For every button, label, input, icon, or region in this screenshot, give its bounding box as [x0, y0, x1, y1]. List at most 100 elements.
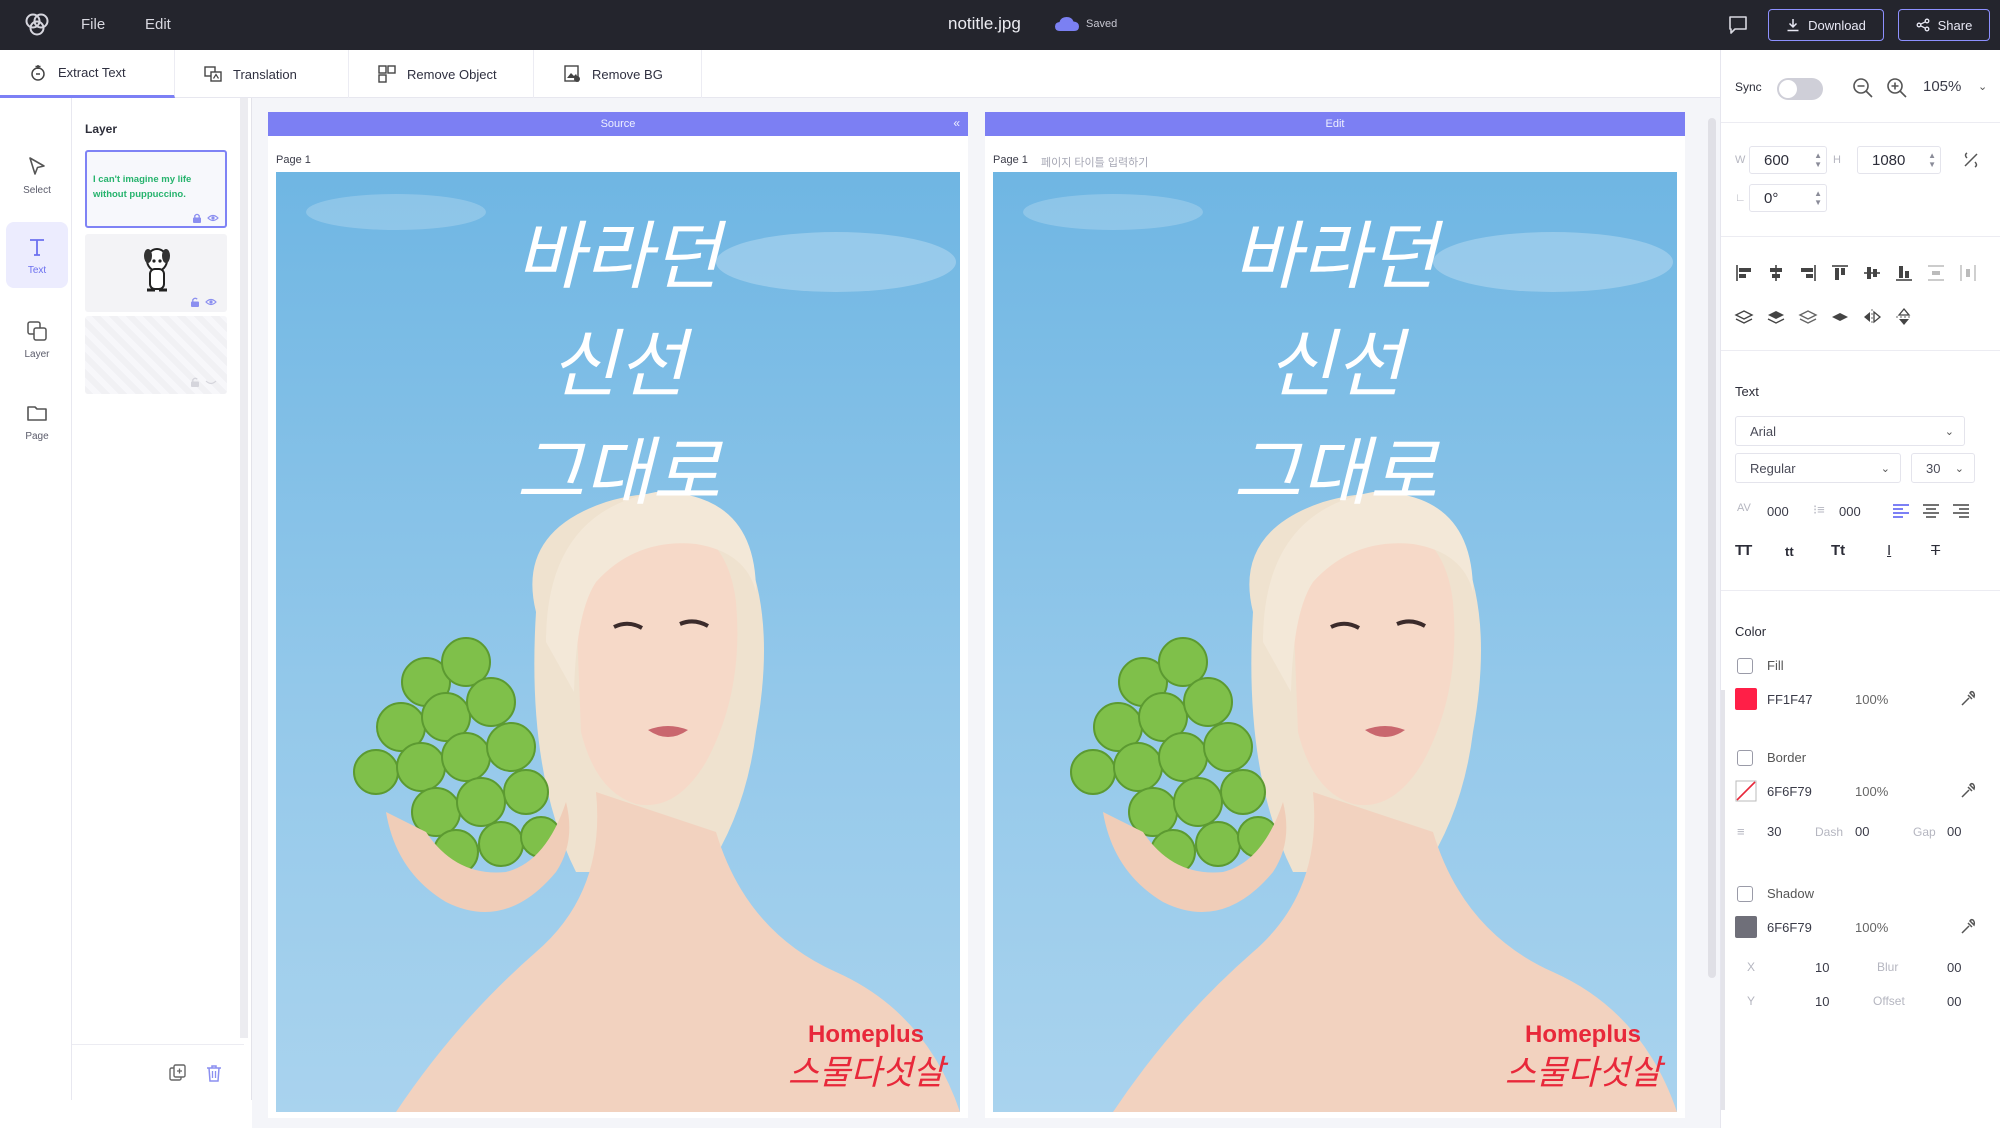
tab-remove-bg[interactable]: Remove BG: [534, 50, 702, 98]
layer-item-image[interactable]: [85, 234, 227, 312]
eyedropper-icon[interactable]: [1959, 782, 1977, 800]
download-button[interactable]: Download: [1768, 9, 1884, 41]
rail-page[interactable]: Page: [6, 388, 68, 454]
edit-poster[interactable]: 바라던 신선 그대로 Homeplus 스물다섯살: [993, 172, 1677, 1112]
rail-select[interactable]: Select: [6, 142, 68, 208]
shadow-color-swatch[interactable]: [1735, 916, 1757, 938]
tab-extract-text[interactable]: Extract Text: [0, 50, 175, 98]
align-top-icon[interactable]: [1829, 262, 1851, 284]
flip-horizontal-icon[interactable]: [1861, 306, 1883, 328]
line-height-value[interactable]: 000: [1839, 504, 1861, 519]
capitalize-icon[interactable]: Tt: [1831, 542, 1845, 559]
unlock-icon[interactable]: [189, 376, 201, 388]
align-left-icon[interactable]: [1733, 262, 1755, 284]
no-color-swatch-icon[interactable]: [1735, 780, 1757, 802]
trash-icon[interactable]: [204, 1063, 224, 1083]
width-stepper-icon[interactable]: ▲ ▼: [1814, 151, 1822, 169]
menu-file[interactable]: File: [81, 16, 105, 33]
shadow-x-value[interactable]: 10: [1815, 960, 1829, 975]
align-bottom-icon[interactable]: [1893, 262, 1915, 284]
align-middle-icon[interactable]: [1861, 262, 1883, 284]
share-button[interactable]: Share: [1898, 9, 1990, 41]
width-input[interactable]: 600 ▲ ▼: [1749, 146, 1827, 174]
shadow-hex[interactable]: 6F6F79: [1767, 920, 1812, 935]
fill-checkbox[interactable]: [1737, 658, 1753, 674]
send-to-back-icon[interactable]: [1829, 306, 1851, 328]
layer-item-background[interactable]: [85, 316, 227, 394]
bring-forward-icon[interactable]: [1733, 306, 1755, 328]
app-logo-icon[interactable]: [22, 10, 52, 40]
zoom-out-icon[interactable]: [1851, 76, 1875, 100]
align-right-icon[interactable]: [1797, 262, 1819, 284]
distribute-vertical-icon[interactable]: [1925, 262, 1947, 284]
letter-spacing-value[interactable]: 000: [1767, 504, 1789, 519]
uppercase-icon[interactable]: TT: [1735, 542, 1752, 559]
layer-scrollbar[interactable]: [240, 98, 248, 1038]
eye-off-icon[interactable]: [205, 376, 217, 388]
source-page-label: Page 1: [276, 154, 311, 166]
rail-text[interactable]: Text: [6, 222, 68, 288]
lock-icon[interactable]: [191, 212, 203, 224]
zoom-in-icon[interactable]: [1885, 76, 1909, 100]
unlock-icon[interactable]: [189, 296, 201, 308]
border-width-value[interactable]: 30: [1767, 824, 1781, 839]
height-input[interactable]: 1080 ▲ ▼: [1857, 146, 1941, 174]
dash-value[interactable]: 00: [1855, 824, 1869, 839]
eyedropper-icon[interactable]: [1959, 690, 1977, 708]
border-checkbox[interactable]: [1737, 750, 1753, 766]
eyedropper-icon[interactable]: [1959, 918, 1977, 936]
eye-icon[interactable]: [205, 296, 217, 308]
poster-brand-sub[interactable]: 스물다섯살: [1505, 1053, 1666, 1093]
properties-scrollbar[interactable]: [1721, 690, 1725, 1110]
font-family-select[interactable]: Arial ⌄: [1735, 416, 1965, 446]
zoom-dropdown-icon[interactable]: ⌄: [1978, 80, 1987, 93]
rotation-input[interactable]: 0° ▲ ▼: [1749, 184, 1827, 212]
rotation-stepper-icon[interactable]: ▲ ▼: [1814, 189, 1822, 207]
duplicate-icon[interactable]: [168, 1063, 188, 1083]
gap-value[interactable]: 00: [1947, 824, 1961, 839]
layer-item-text[interactable]: I can't imagine my life without puppucci…: [85, 150, 227, 228]
offset-value[interactable]: 00: [1947, 994, 1961, 1009]
fill-hex[interactable]: FF1F47: [1767, 692, 1813, 707]
poster-headline-line-3[interactable]: 그대로: [1233, 430, 1440, 516]
canvas-scrollbar[interactable]: [1708, 118, 1716, 978]
underline-icon[interactable]: I: [1887, 542, 1891, 559]
border-hex[interactable]: 6F6F79: [1767, 784, 1812, 799]
bring-to-front-icon[interactable]: [1765, 306, 1787, 328]
distribute-horizontal-icon[interactable]: [1957, 262, 1979, 284]
sync-toggle[interactable]: [1777, 78, 1823, 100]
poster-headline-line-1[interactable]: 바라던: [1233, 214, 1444, 300]
lowercase-icon[interactable]: tt: [1785, 544, 1794, 559]
source-poster[interactable]: 바라던 신선 그대로 Homeplus 스물다섯살: [276, 172, 960, 1112]
text-align-right-icon[interactable]: [1951, 501, 1971, 521]
zoom-level[interactable]: 105%: [1923, 78, 1961, 95]
rail-layer[interactable]: Layer: [6, 306, 68, 372]
height-stepper-icon[interactable]: ▲ ▼: [1928, 151, 1936, 169]
shadow-opacity[interactable]: 100%: [1855, 920, 1888, 935]
page-title-input[interactable]: 페이지 타이틀 입력하기: [1041, 154, 1148, 170]
eye-icon[interactable]: [207, 212, 219, 224]
text-align-center-icon[interactable]: [1921, 501, 1941, 521]
shadow-checkbox[interactable]: [1737, 886, 1753, 902]
strikethrough-icon[interactable]: T: [1931, 542, 1940, 559]
menu-edit[interactable]: Edit: [145, 16, 171, 33]
text-align-left-icon[interactable]: [1891, 501, 1911, 521]
document-title[interactable]: notitle.jpg: [948, 14, 1021, 34]
poster-brand[interactable]: Homeplus: [1525, 1021, 1641, 1048]
aspect-lock-icon[interactable]: [1959, 148, 1983, 172]
blur-value[interactable]: 00: [1947, 960, 1961, 975]
tab-translation[interactable]: Translation: [175, 50, 349, 98]
fill-opacity[interactable]: 100%: [1855, 692, 1888, 707]
align-center-h-icon[interactable]: [1765, 262, 1787, 284]
fill-color-swatch[interactable]: [1735, 688, 1757, 710]
send-backward-icon[interactable]: [1797, 306, 1819, 328]
border-opacity[interactable]: 100%: [1855, 784, 1888, 799]
font-size-select[interactable]: 30 ⌄: [1911, 453, 1975, 483]
poster-headline-line-2[interactable]: 신선: [1267, 322, 1410, 408]
comment-icon[interactable]: [1726, 13, 1750, 37]
flip-vertical-icon[interactable]: [1893, 306, 1915, 328]
font-weight-select[interactable]: Regular ⌄: [1735, 453, 1901, 483]
tab-remove-object[interactable]: Remove Object: [349, 50, 534, 98]
collapse-icon[interactable]: «: [953, 116, 960, 130]
shadow-y-value[interactable]: 10: [1815, 994, 1829, 1009]
